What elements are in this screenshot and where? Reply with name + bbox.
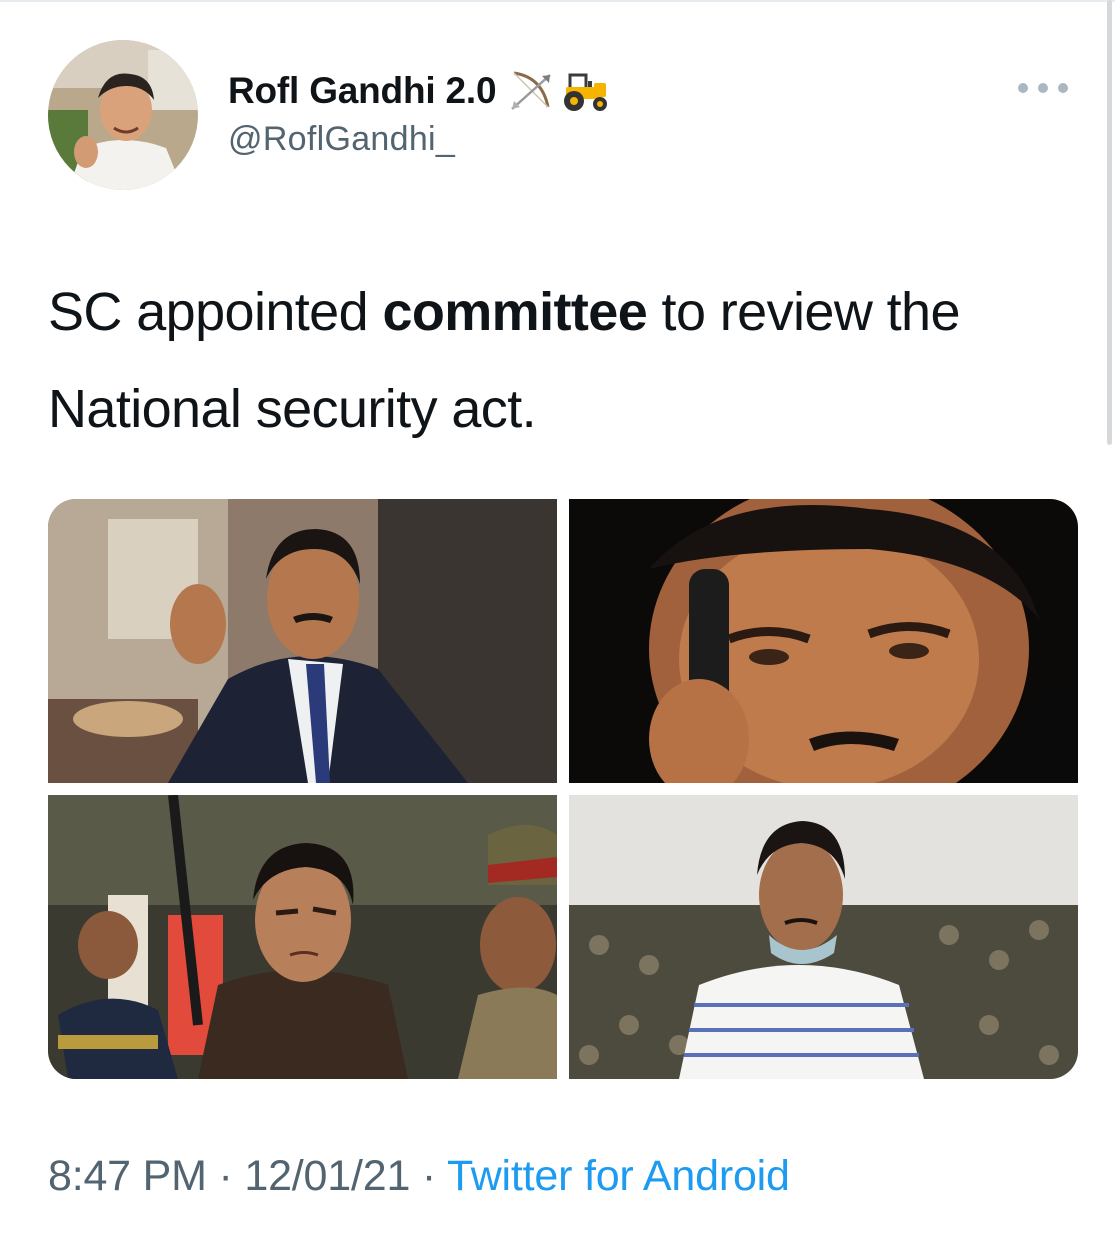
tweet-text-bold: committee <box>382 282 648 342</box>
tweet-date[interactable]: 12/01/21 <box>244 1152 410 1200</box>
bow-and-arrow-icon <box>511 71 552 110</box>
tweet-source-link[interactable]: Twitter for Android <box>447 1152 790 1200</box>
author-info: Rofl Gandhi 2.0 @RoflGandhi_ <box>228 68 612 159</box>
tweet-text-part: SC appointed <box>48 282 383 342</box>
avatar-image <box>48 40 198 190</box>
author-badges <box>508 69 612 113</box>
more-dot <box>1038 83 1048 93</box>
tweet-time[interactable]: 8:47 PM <box>48 1152 207 1200</box>
tweet-footer: 8:47 PM · 12/01/21 · Twitter for Android <box>48 1152 790 1201</box>
display-name-row: Rofl Gandhi 2.0 <box>228 68 612 114</box>
top-divider <box>0 0 1115 2</box>
tweet-header: Rofl Gandhi 2.0 @RoflGandhi_ <box>48 40 1078 190</box>
tweet-text: SC appointed committee to review the Nat… <box>48 264 1068 458</box>
more-dot <box>1018 83 1028 93</box>
meta-separator: · <box>410 1152 447 1200</box>
avatar[interactable] <box>48 40 198 190</box>
media-grid <box>48 499 1078 1079</box>
media-photo-4[interactable] <box>569 795 1078 1079</box>
meta-separator: · <box>206 1152 245 1200</box>
more-options-icon[interactable] <box>1018 78 1068 98</box>
author-display-name[interactable]: Rofl Gandhi 2.0 <box>228 70 497 112</box>
media-photo-3[interactable] <box>48 795 557 1079</box>
tractor-icon <box>564 73 608 111</box>
author-handle[interactable]: @RoflGandhi_ <box>228 120 612 159</box>
media-photo-2[interactable] <box>569 499 1078 783</box>
more-dot <box>1058 83 1068 93</box>
media-photo-1[interactable] <box>48 499 557 783</box>
scrollbar[interactable] <box>1107 0 1112 445</box>
